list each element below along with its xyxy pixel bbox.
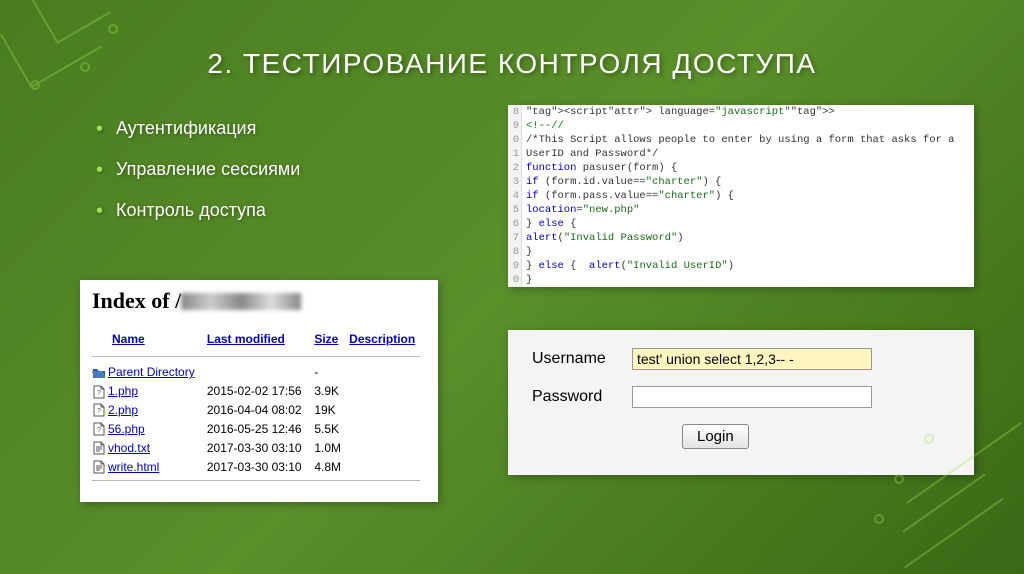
- file-link-cell: write.html: [108, 457, 207, 476]
- table-row: write.html 2017-03-30 03:104.8M: [92, 457, 426, 476]
- file-link-cell: Parent Directory: [108, 363, 207, 382]
- file-link[interactable]: Parent Directory: [108, 365, 195, 379]
- svg-text:?: ?: [97, 408, 101, 415]
- username-label: Username: [532, 350, 632, 368]
- size-cell: 5.5K: [314, 419, 349, 438]
- modified-cell: 2016-04-04 08:02: [207, 401, 314, 420]
- table-row: ? 1.php 2015-02-02 17:563.9K: [92, 382, 426, 401]
- login-button[interactable]: Login: [682, 424, 749, 449]
- index-heading: Index of /: [92, 288, 426, 314]
- col-size[interactable]: Size: [314, 328, 349, 352]
- col-modified[interactable]: Last modified: [207, 328, 314, 352]
- file-link-cell: 1.php: [108, 382, 207, 401]
- modified-cell: 2016-05-25 12:46: [207, 419, 314, 438]
- decorative-circuit-bottom-right: [844, 394, 1024, 574]
- modified-cell: 2017-03-30 03:10: [207, 457, 314, 476]
- modified-cell: [207, 363, 314, 382]
- modified-cell: 2015-02-02 17:56: [207, 382, 314, 401]
- code-snippet-panel: 8"tag"><script"attr"> language="javascri…: [508, 105, 974, 287]
- password-input[interactable]: [632, 386, 872, 408]
- size-cell: -: [314, 363, 349, 382]
- file-link-cell: 56.php: [108, 419, 207, 438]
- bullet-list: Аутентификация Управление сессиями Контр…: [96, 118, 300, 241]
- size-cell: 19K: [314, 401, 349, 420]
- file-icon: ?: [92, 419, 108, 438]
- file-link[interactable]: 1.php: [108, 384, 138, 398]
- bullet-item: Аутентификация: [96, 118, 300, 139]
- file-icon: [92, 457, 108, 476]
- file-link[interactable]: 2.php: [108, 403, 138, 417]
- col-name[interactable]: Name: [92, 328, 207, 352]
- directory-listing-panel: Index of / Name Last modified Size Descr…: [80, 280, 438, 502]
- file-link-cell: 2.php: [108, 401, 207, 420]
- file-icon: [92, 438, 108, 457]
- svg-text:?: ?: [97, 390, 101, 397]
- file-icon: [92, 363, 108, 382]
- table-row: ? 2.php 2016-04-04 08:0219K: [92, 401, 426, 420]
- col-description[interactable]: Description: [349, 328, 426, 352]
- file-link[interactable]: 56.php: [108, 422, 145, 436]
- index-table: Name Last modified Size Description Pare…: [92, 328, 426, 487]
- page-title: 2. ТЕСТИРОВАНИЕ КОНТРОЛЯ ДОСТУПА: [0, 48, 1024, 80]
- size-cell: 1.0M: [314, 438, 349, 457]
- table-row: Parent Directory -: [92, 363, 426, 382]
- file-icon: ?: [92, 382, 108, 401]
- size-cell: 3.9K: [314, 382, 349, 401]
- file-link-cell: vhod.txt: [108, 438, 207, 457]
- password-label: Password: [532, 388, 632, 406]
- modified-cell: 2017-03-30 03:10: [207, 438, 314, 457]
- file-link[interactable]: vhod.txt: [108, 441, 150, 455]
- table-row: ? 56.php 2016-05-25 12:465.5K: [92, 419, 426, 438]
- table-row: vhod.txt 2017-03-30 03:101.0M: [92, 438, 426, 457]
- username-input[interactable]: [632, 348, 872, 370]
- index-heading-prefix: Index of /: [92, 288, 181, 313]
- file-icon: ?: [92, 401, 108, 420]
- redacted-path: [181, 293, 301, 310]
- bullet-item: Управление сессиями: [96, 159, 300, 180]
- bullet-item: Контроль доступа: [96, 200, 300, 221]
- svg-text:?: ?: [97, 427, 101, 434]
- size-cell: 4.8M: [314, 457, 349, 476]
- file-link[interactable]: write.html: [108, 460, 159, 474]
